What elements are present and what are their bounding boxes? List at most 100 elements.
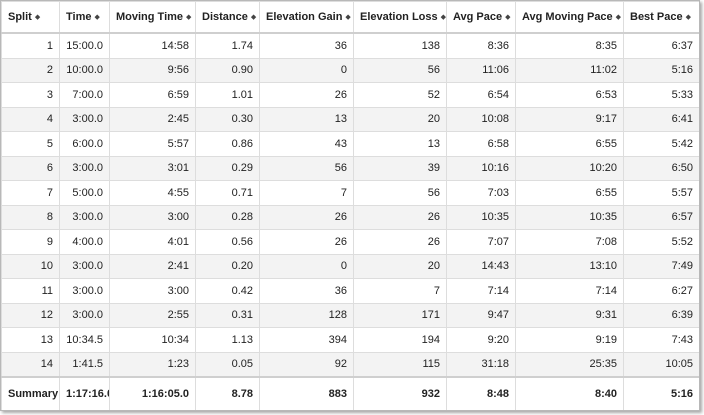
cell-avg-moving-pace: 9:19 <box>515 327 624 353</box>
cell-distance: 1.13 <box>195 327 260 353</box>
column-header-elevation-gain[interactable]: Elevation Gain ◆ <box>259 1 354 34</box>
cell-avg-moving-pace: 13:10 <box>515 253 624 279</box>
table-row: 6 3:00.0 3:01 0.29 56 39 10:16 10:20 6:50 <box>1 155 699 181</box>
column-header-split[interactable]: Split ◆ <box>1 1 60 34</box>
cell-elevation-gain: 36 <box>259 278 354 304</box>
cell-time: 3:00.0 <box>59 278 110 304</box>
sort-icon: ◆ <box>94 14 100 21</box>
cell-best-pace: 6:27 <box>623 278 699 304</box>
cell-split: 12 <box>1 302 60 328</box>
splits-table-body: 1 15:00.0 14:58 1.74 36 138 8:36 8:35 6:37 2 10:00… <box>1 32 699 378</box>
cell-elevation-loss: 52 <box>353 82 447 108</box>
cell-elevation-gain: 0 <box>259 57 354 83</box>
cell-distance: 0.05 <box>195 351 260 378</box>
cell-moving-time: 1:23 <box>109 351 196 378</box>
cell-elevation-loss: 115 <box>353 351 447 378</box>
cell-split: 11 <box>1 278 60 304</box>
cell-elevation-gain: 394 <box>259 327 354 353</box>
cell-avg-pace: 10:08 <box>446 106 516 132</box>
cell-avg-moving-pace: 9:31 <box>515 302 624 328</box>
cell-distance: 0.86 <box>195 131 260 157</box>
cell-elevation-loss: 7 <box>353 278 447 304</box>
column-header-avg-pace[interactable]: Avg Pace ◆ <box>446 1 516 34</box>
cell-avg-pace: 8:36 <box>446 32 516 59</box>
cell-best-pace: 5:42 <box>623 131 699 157</box>
sort-icon: ◆ <box>186 14 192 21</box>
column-header-best-pace[interactable]: Best Pace ◆ <box>623 1 699 34</box>
table-row: 1 15:00.0 14:58 1.74 36 138 8:36 8:35 6:37 <box>1 32 699 59</box>
cell-elevation-loss: 56 <box>353 180 447 206</box>
column-header-elevation-loss[interactable]: Elevation Loss ◆ <box>353 1 447 34</box>
cell-distance: 0.90 <box>195 57 260 83</box>
cell-distance: 0.71 <box>195 180 260 206</box>
cell-best-pace: 6:39 <box>623 302 699 328</box>
cell-avg-moving-pace: 7:08 <box>515 229 624 255</box>
table-row: 5 6:00.0 5:57 0.86 43 13 6:58 6:55 5:42 <box>1 131 699 157</box>
cell-moving-time: 5:57 <box>109 131 196 157</box>
cell-distance: 0.28 <box>195 204 260 230</box>
summary-best-pace: 5:16 <box>623 376 699 410</box>
cell-split: 8 <box>1 204 60 230</box>
cell-distance: 0.31 <box>195 302 260 328</box>
cell-elevation-loss: 20 <box>353 106 447 132</box>
cell-avg-moving-pace: 8:35 <box>515 32 624 59</box>
cell-moving-time: 4:01 <box>109 229 196 255</box>
cell-avg-pace: 6:54 <box>446 82 516 108</box>
table-row: 10 3:00.0 2:41 0.20 0 20 14:43 13:10 7:49 <box>1 253 699 279</box>
cell-avg-pace: 9:47 <box>446 302 516 328</box>
cell-split: 7 <box>1 180 60 206</box>
sort-icon: ◆ <box>685 14 691 21</box>
cell-split: 2 <box>1 57 60 83</box>
summary-avg-pace: 8:48 <box>446 376 516 410</box>
cell-time: 15:00.0 <box>59 32 110 59</box>
cell-elevation-gain: 36 <box>259 32 354 59</box>
summary-elevation-loss: 932 <box>353 376 447 410</box>
sort-icon: ◆ <box>505 14 511 21</box>
summary-avg-moving-pace: 8:40 <box>515 376 624 410</box>
cell-time: 7:00.0 <box>59 82 110 108</box>
cell-best-pace: 6:41 <box>623 106 699 132</box>
column-header-time[interactable]: Time ◆ <box>59 1 110 34</box>
sort-icon: ◆ <box>440 14 447 21</box>
cell-moving-time: 4:55 <box>109 180 196 206</box>
cell-split: 3 <box>1 82 60 108</box>
cell-best-pace: 5:57 <box>623 180 699 206</box>
cell-distance: 0.29 <box>195 155 260 181</box>
cell-time: 3:00.0 <box>59 204 110 230</box>
column-header-avg-moving-pace[interactable]: Avg Moving Pace ◆ <box>515 1 624 34</box>
cell-distance: 0.42 <box>195 278 260 304</box>
cell-time: 3:00.0 <box>59 106 110 132</box>
cell-moving-time: 9:56 <box>109 57 196 83</box>
summary-row: Summary 1:17:16.0 1:16:05.0 8.78 883 932… <box>1 376 699 410</box>
cell-elevation-gain: 0 <box>259 253 354 279</box>
cell-elevation-gain: 56 <box>259 155 354 181</box>
cell-elevation-loss: 20 <box>353 253 447 279</box>
cell-split: 9 <box>1 229 60 255</box>
cell-time: 5:00.0 <box>59 180 110 206</box>
cell-best-pace: 6:57 <box>623 204 699 230</box>
splits-table-frame: Split ◆ Time ◆ Moving Time ◆ Distance ◆ Elev… <box>0 0 700 411</box>
summary-elevation-gain: 883 <box>259 376 354 410</box>
cell-elevation-gain: 43 <box>259 131 354 157</box>
cell-elevation-loss: 194 <box>353 327 447 353</box>
cell-avg-moving-pace: 6:55 <box>515 131 624 157</box>
cell-time: 10:00.0 <box>59 57 110 83</box>
cell-time: 1:41.5 <box>59 351 110 378</box>
table-row: 12 3:00.0 2:55 0.31 128 171 9:47 9:31 6:39 <box>1 302 699 328</box>
sort-icon: ◆ <box>34 14 41 21</box>
cell-elevation-gain: 92 <box>259 351 354 378</box>
column-header-distance[interactable]: Distance ◆ <box>195 1 260 34</box>
cell-split: 13 <box>1 327 60 353</box>
cell-best-pace: 5:33 <box>623 82 699 108</box>
cell-avg-moving-pace: 25:35 <box>515 351 624 378</box>
summary-distance: 8.78 <box>195 376 260 410</box>
table-row: 3 7:00.0 6:59 1.01 26 52 6:54 6:53 5:33 <box>1 82 699 108</box>
cell-split: 4 <box>1 106 60 132</box>
column-header-moving-time[interactable]: Moving Time ◆ <box>109 1 196 34</box>
cell-elevation-loss: 56 <box>353 57 447 83</box>
table-row: 9 4:00.0 4:01 0.56 26 26 7:07 7:08 5:52 <box>1 229 699 255</box>
cell-avg-moving-pace: 10:20 <box>515 155 624 181</box>
cell-distance: 1.01 <box>195 82 260 108</box>
cell-time: 6:00.0 <box>59 131 110 157</box>
table-row: 14 1:41.5 1:23 0.05 92 115 31:18 25:35 10:05 <box>1 351 699 378</box>
